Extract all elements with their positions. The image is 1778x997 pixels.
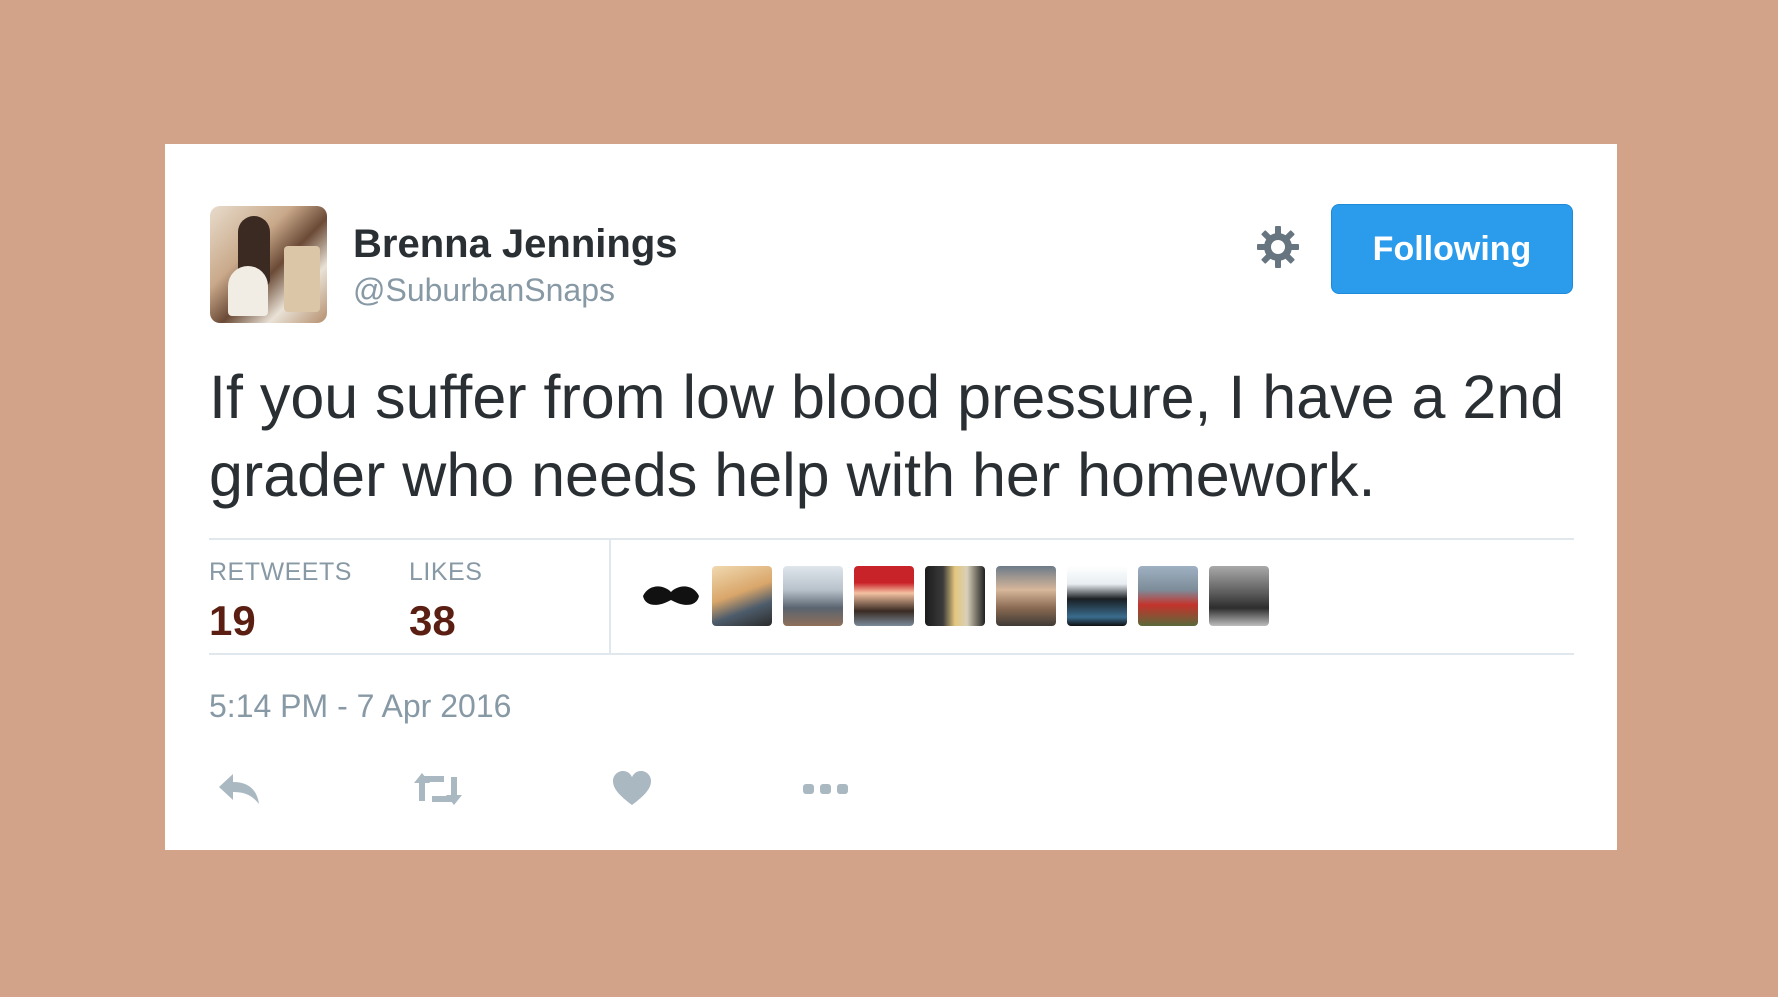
liker-avatar[interactable] — [712, 566, 772, 626]
tweet-text: If you suffer from low blood pressure, I… — [209, 363, 1565, 509]
reply-icon[interactable] — [209, 764, 269, 814]
retweets-count: 19 — [209, 597, 256, 644]
likes-label: LIKES — [409, 558, 483, 586]
avatar-figure-child — [228, 266, 268, 316]
avatar-figure-chair — [284, 246, 320, 312]
following-button[interactable]: Following — [1331, 204, 1573, 294]
more-icon[interactable] — [796, 764, 856, 814]
liker-avatar[interactable] — [1067, 566, 1127, 626]
retweets-label: RETWEETS — [209, 558, 352, 586]
retweets-stat[interactable]: RETWEETS 19 — [209, 558, 352, 645]
likes-count: 38 — [409, 597, 456, 644]
liker-avatar[interactable] — [996, 566, 1056, 626]
heart-icon[interactable] — [602, 764, 662, 814]
likers-avatar-list — [641, 566, 1269, 628]
tweet-card: Brenna Jennings @SuburbanSnaps Following… — [165, 144, 1617, 850]
retweet-icon[interactable] — [408, 764, 468, 814]
liker-avatar[interactable] — [783, 566, 843, 626]
liker-avatar[interactable] — [925, 566, 985, 626]
gear-icon[interactable] — [1255, 224, 1301, 270]
author-avatar[interactable] — [210, 206, 327, 323]
stats-vertical-divider — [609, 540, 611, 653]
liker-avatar[interactable] — [641, 566, 701, 626]
stats-bottom-divider — [209, 653, 1574, 655]
likes-stat[interactable]: LIKES 38 — [409, 558, 482, 645]
liker-avatar[interactable] — [854, 566, 914, 626]
liker-avatar[interactable] — [1209, 566, 1269, 626]
author-handle[interactable]: @SuburbanSnaps — [353, 272, 615, 309]
stats-top-divider — [209, 538, 1574, 540]
liker-avatar[interactable] — [1138, 566, 1198, 626]
author-name[interactable]: Brenna Jennings — [353, 222, 678, 267]
tweet-timestamp[interactable]: 5:14 PM - 7 Apr 2016 — [209, 688, 511, 725]
